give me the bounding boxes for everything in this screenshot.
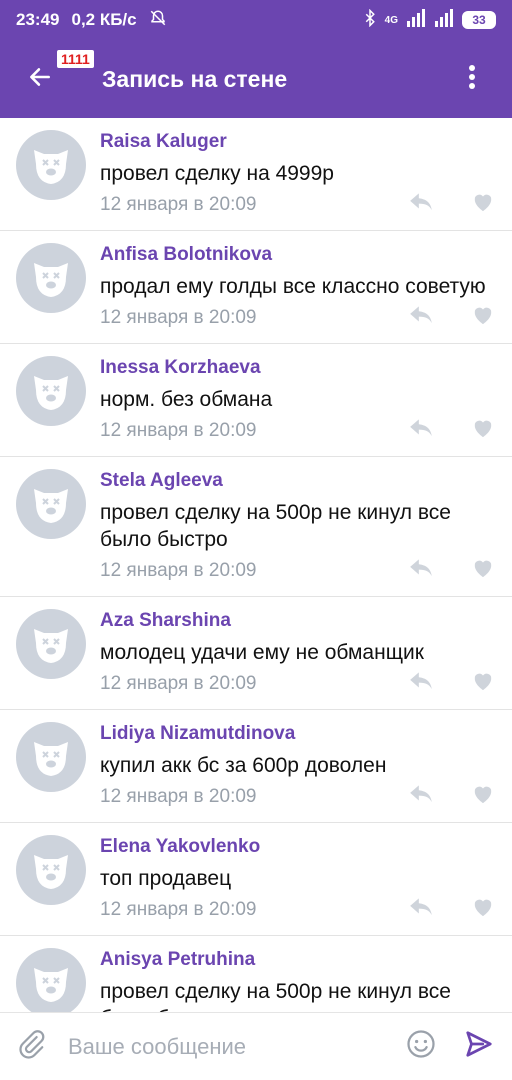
deactivated-dog-icon [34, 629, 68, 663]
comment-text: провел сделку на 500р не кинул все было … [100, 980, 451, 1012]
avatar[interactable] [16, 130, 86, 200]
comment-author[interactable]: Lidiya Nizamutdinova [100, 722, 496, 746]
comment-author[interactable]: Anfisa Bolotnikova [100, 243, 496, 267]
comment-date: 12 января в 20:09 [100, 559, 257, 581]
heart-icon[interactable] [472, 671, 494, 696]
message-input[interactable] [68, 1033, 368, 1060]
avatar[interactable] [16, 609, 86, 679]
more-vertical-icon [468, 64, 476, 95]
avatar[interactable] [16, 722, 86, 792]
comment-date: 12 января в 20:09 [100, 672, 257, 694]
app-bar: 1111 Запись на стене [0, 40, 512, 118]
status-speed: 0,2 КБ/с [71, 10, 137, 29]
status-time: 23:49 [16, 10, 60, 29]
deactivated-dog-icon [34, 855, 68, 889]
avatar[interactable] [16, 356, 86, 426]
avatar[interactable] [16, 835, 86, 905]
reply-icon[interactable] [408, 557, 434, 584]
comment-author[interactable]: Inessa Korzhaeva [100, 356, 496, 380]
heart-icon[interactable] [472, 784, 494, 809]
comment-item: Elena Yakovlenko топ продавец 12 января … [0, 823, 512, 936]
comment-text: продал ему голды все классно советую [100, 275, 486, 298]
status-bar: 23:49 0,2 КБ/с 4G 33 [0, 0, 512, 40]
comment-date: 12 января в 20:09 [100, 306, 257, 328]
reply-icon[interactable] [408, 304, 434, 331]
more-button[interactable] [432, 40, 512, 118]
avatar[interactable] [16, 948, 86, 1012]
comment-date: 12 января в 20:09 [100, 193, 257, 215]
deactivated-dog-icon [34, 376, 68, 410]
page-title: Запись на стене [102, 65, 288, 92]
emoji-icon[interactable] [406, 1029, 436, 1064]
heart-icon[interactable] [472, 305, 494, 330]
reply-icon[interactable] [408, 896, 434, 923]
signal-icon [406, 8, 426, 32]
heart-icon[interactable] [472, 192, 494, 217]
message-bar [0, 1012, 512, 1080]
mute-icon [149, 9, 167, 32]
comment-date: 12 января в 20:09 [100, 419, 257, 441]
comment-item: Anfisa Bolotnikova продал ему голды все … [0, 231, 512, 344]
comment-date: 12 января в 20:09 [100, 785, 257, 807]
bluetooth-icon [363, 8, 377, 32]
reply-icon[interactable] [408, 417, 434, 444]
heart-icon[interactable] [472, 897, 494, 922]
avatar[interactable] [16, 243, 86, 313]
comment-text: топ продавец [100, 867, 232, 890]
comment-text: купил акк бс за 600р доволен [100, 754, 387, 777]
deactivated-dog-icon [34, 968, 68, 1002]
comment-author[interactable]: Raisa Kaluger [100, 130, 496, 154]
comment-text: молодец удачи ему не обманщик [100, 641, 424, 664]
deactivated-dog-icon [34, 742, 68, 776]
notification-badge: 1111 [57, 50, 94, 68]
comments-list: Raisa Kaluger провел сделку на 4999р 12 … [0, 118, 512, 1012]
battery-icon: 33 [462, 11, 496, 29]
back-button[interactable]: 1111 [0, 40, 94, 118]
comment-date: 12 января в 20:09 [100, 898, 257, 920]
deactivated-dog-icon [34, 489, 68, 523]
deactivated-dog-icon [34, 150, 68, 184]
comment-item: Stela Agleeva провел сделку на 500р не к… [0, 457, 512, 597]
reply-icon[interactable] [408, 191, 434, 218]
comment-item: Lidiya Nizamutdinova купил акк бс за 600… [0, 710, 512, 823]
comment-text: провел сделку на 4999р [100, 162, 334, 185]
reply-icon[interactable] [408, 670, 434, 697]
network-type: 4G [384, 14, 398, 26]
heart-icon[interactable] [472, 558, 494, 583]
comment-item: Anisya Petruhina провел сделку на 500р н… [0, 936, 512, 1012]
comment-author[interactable]: Stela Agleeva [100, 469, 496, 493]
reply-icon[interactable] [408, 783, 434, 810]
comment-author[interactable]: Anisya Petruhina [100, 948, 496, 972]
comment-text: норм. без обмана [100, 388, 273, 411]
comment-author[interactable]: Elena Yakovlenko [100, 835, 496, 859]
comment-item: Inessa Korzhaeva норм. без обмана 12 янв… [0, 344, 512, 457]
comment-author[interactable]: Aza Sharshina [100, 609, 496, 633]
heart-icon[interactable] [472, 418, 494, 443]
send-icon[interactable] [462, 1029, 496, 1064]
deactivated-dog-icon [34, 263, 68, 297]
comment-item: Raisa Kaluger провел сделку на 4999р 12 … [0, 118, 512, 231]
signal-icon [434, 8, 454, 32]
attach-icon[interactable] [16, 1029, 46, 1064]
comment-text: провел сделку на 500р не кинул все было … [100, 501, 451, 551]
comment-item: Aza Sharshina молодец удачи ему не обман… [0, 597, 512, 710]
avatar[interactable] [16, 469, 86, 539]
arrow-left-icon [27, 64, 53, 95]
